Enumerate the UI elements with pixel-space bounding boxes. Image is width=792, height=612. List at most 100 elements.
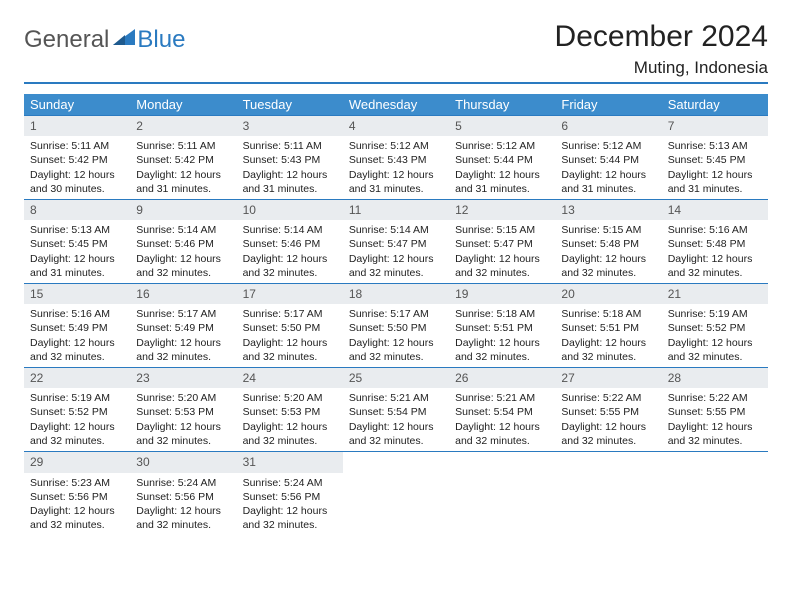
weekday-header: Saturday [662, 94, 768, 115]
sunset-line: Sunset: 5:51 PM [561, 321, 655, 335]
sunset-line: Sunset: 5:47 PM [455, 237, 549, 251]
day-number: 12 [449, 199, 555, 220]
day-number: 27 [555, 367, 661, 388]
day-number: 17 [237, 283, 343, 304]
calendar-day-cell: 7Sunrise: 5:13 AMSunset: 5:45 PMDaylight… [662, 115, 768, 199]
calendar-day-cell: 5Sunrise: 5:12 AMSunset: 5:44 PMDaylight… [449, 115, 555, 199]
calendar-day-cell [343, 451, 449, 535]
daylight-line: Daylight: 12 hours and 32 minutes. [243, 504, 337, 532]
daylight-line: Daylight: 12 hours and 30 minutes. [30, 168, 124, 196]
day-details: Sunrise: 5:17 AMSunset: 5:50 PMDaylight:… [237, 304, 343, 367]
daylight-line: Daylight: 12 hours and 32 minutes. [668, 420, 762, 448]
calendar-day-cell: 11Sunrise: 5:14 AMSunset: 5:47 PMDayligh… [343, 199, 449, 283]
sunrise-line: Sunrise: 5:12 AM [561, 139, 655, 153]
logo-text-2: Blue [137, 26, 185, 54]
sunrise-line: Sunrise: 5:17 AM [136, 307, 230, 321]
sunrise-line: Sunrise: 5:18 AM [455, 307, 549, 321]
calendar-day-cell: 28Sunrise: 5:22 AMSunset: 5:55 PMDayligh… [662, 367, 768, 451]
day-number: 3 [237, 115, 343, 136]
weekday-header-row: SundayMondayTuesdayWednesdayThursdayFrid… [24, 94, 768, 115]
day-number: 11 [343, 199, 449, 220]
day-number: 19 [449, 283, 555, 304]
calendar-week-row: 15Sunrise: 5:16 AMSunset: 5:49 PMDayligh… [24, 283, 768, 367]
sunrise-line: Sunrise: 5:17 AM [349, 307, 443, 321]
sunset-line: Sunset: 5:52 PM [668, 321, 762, 335]
calendar-day-cell: 29Sunrise: 5:23 AMSunset: 5:56 PMDayligh… [24, 451, 130, 535]
sunset-line: Sunset: 5:45 PM [668, 153, 762, 167]
sunrise-line: Sunrise: 5:13 AM [30, 223, 124, 237]
day-number: 22 [24, 367, 130, 388]
day-details: Sunrise: 5:13 AMSunset: 5:45 PMDaylight:… [662, 136, 768, 199]
sunrise-line: Sunrise: 5:13 AM [668, 139, 762, 153]
daylight-line: Daylight: 12 hours and 32 minutes. [243, 420, 337, 448]
sunset-line: Sunset: 5:56 PM [136, 490, 230, 504]
day-details: Sunrise: 5:20 AMSunset: 5:53 PMDaylight:… [130, 388, 236, 451]
day-details: Sunrise: 5:19 AMSunset: 5:52 PMDaylight:… [24, 388, 130, 451]
daylight-line: Daylight: 12 hours and 31 minutes. [668, 168, 762, 196]
daylight-line: Daylight: 12 hours and 31 minutes. [561, 168, 655, 196]
calendar-day-cell: 30Sunrise: 5:24 AMSunset: 5:56 PMDayligh… [130, 451, 236, 535]
day-details: Sunrise: 5:14 AMSunset: 5:47 PMDaylight:… [343, 220, 449, 283]
sunrise-line: Sunrise: 5:21 AM [349, 391, 443, 405]
day-number: 5 [449, 115, 555, 136]
sunrise-line: Sunrise: 5:12 AM [349, 139, 443, 153]
day-number: 23 [130, 367, 236, 388]
sunrise-line: Sunrise: 5:24 AM [136, 476, 230, 490]
day-number: 15 [24, 283, 130, 304]
day-details: Sunrise: 5:23 AMSunset: 5:56 PMDaylight:… [24, 473, 130, 536]
day-details: Sunrise: 5:11 AMSunset: 5:42 PMDaylight:… [130, 136, 236, 199]
location-subtitle: Muting, Indonesia [24, 58, 768, 84]
daylight-line: Daylight: 12 hours and 31 minutes. [243, 168, 337, 196]
sunset-line: Sunset: 5:45 PM [30, 237, 124, 251]
calendar-week-row: 8Sunrise: 5:13 AMSunset: 5:45 PMDaylight… [24, 199, 768, 283]
sunrise-line: Sunrise: 5:19 AM [30, 391, 124, 405]
calendar-day-cell: 18 Sunrise: 5:17 AMSunset: 5:50 PMDayligh… [343, 283, 449, 367]
calendar-day-cell: 25Sunrise: 5:21 AMSunset: 5:54 PMDayligh… [343, 367, 449, 451]
day-number: 14 [662, 199, 768, 220]
day-number: 18 [343, 283, 449, 304]
sunset-line: Sunset: 5:48 PM [668, 237, 762, 251]
daylight-line: Daylight: 12 hours and 32 minutes. [561, 336, 655, 364]
sunset-line: Sunset: 5:54 PM [349, 405, 443, 419]
sunset-line: Sunset: 5:48 PM [561, 237, 655, 251]
calendar-day-cell: 4Sunrise: 5:12 AMSunset: 5:43 PMDaylight… [343, 115, 449, 199]
calendar-day-cell: 27Sunrise: 5:22 AMSunset: 5:55 PMDayligh… [555, 367, 661, 451]
sunset-line: Sunset: 5:53 PM [136, 405, 230, 419]
day-details: Sunrise: 5:24 AMSunset: 5:56 PMDaylight:… [237, 473, 343, 536]
day-details: Sunrise: 5:11 AMSunset: 5:43 PMDaylight:… [237, 136, 343, 199]
daylight-line: Daylight: 12 hours and 32 minutes. [455, 336, 549, 364]
weekday-header: Thursday [449, 94, 555, 115]
daylight-line: Daylight: 12 hours and 32 minutes. [349, 336, 443, 364]
day-details: Sunrise: 5:19 AMSunset: 5:52 PMDaylight:… [662, 304, 768, 367]
calendar-day-cell: 23Sunrise: 5:20 AMSunset: 5:53 PMDayligh… [130, 367, 236, 451]
sunset-line: Sunset: 5:47 PM [349, 237, 443, 251]
calendar-day-cell: 15Sunrise: 5:16 AMSunset: 5:49 PMDayligh… [24, 283, 130, 367]
day-details: Sunrise: 5:17 AMSunset: 5:49 PMDaylight:… [130, 304, 236, 367]
daylight-line: Daylight: 12 hours and 32 minutes. [30, 504, 124, 532]
sunrise-line: Sunrise: 5:19 AM [668, 307, 762, 321]
day-details: Sunrise: 5:15 AMSunset: 5:48 PMDaylight:… [555, 220, 661, 283]
sunset-line: Sunset: 5:43 PM [349, 153, 443, 167]
sunset-line: Sunset: 5:44 PM [561, 153, 655, 167]
sunrise-line: Sunrise: 5:11 AM [243, 139, 337, 153]
day-number: 24 [237, 367, 343, 388]
sunset-line: Sunset: 5:50 PM [349, 321, 443, 335]
day-number: 2 [130, 115, 236, 136]
calendar-day-cell: 26Sunrise: 5:21 AMSunset: 5:54 PMDayligh… [449, 367, 555, 451]
day-number: 25 [343, 367, 449, 388]
daylight-line: Daylight: 12 hours and 32 minutes. [668, 252, 762, 280]
sunrise-line: Sunrise: 5:12 AM [455, 139, 549, 153]
sunset-line: Sunset: 5:42 PM [30, 153, 124, 167]
sunrise-line: Sunrise: 5:23 AM [30, 476, 124, 490]
logo-text-1: General [24, 26, 109, 54]
day-number: 31 [237, 451, 343, 472]
day-details: Sunrise: 5:18 AMSunset: 5:51 PMDaylight:… [449, 304, 555, 367]
day-number: 7 [662, 115, 768, 136]
calendar-day-cell [662, 451, 768, 535]
sunrise-line: Sunrise: 5:21 AM [455, 391, 549, 405]
calendar-day-cell: 22Sunrise: 5:19 AMSunset: 5:52 PMDayligh… [24, 367, 130, 451]
calendar-day-cell: 9Sunrise: 5:14 AMSunset: 5:46 PMDaylight… [130, 199, 236, 283]
sunrise-line: Sunrise: 5:20 AM [136, 391, 230, 405]
calendar-day-cell: 12Sunrise: 5:15 AMSunset: 5:47 PMDayligh… [449, 199, 555, 283]
sunset-line: Sunset: 5:51 PM [455, 321, 549, 335]
